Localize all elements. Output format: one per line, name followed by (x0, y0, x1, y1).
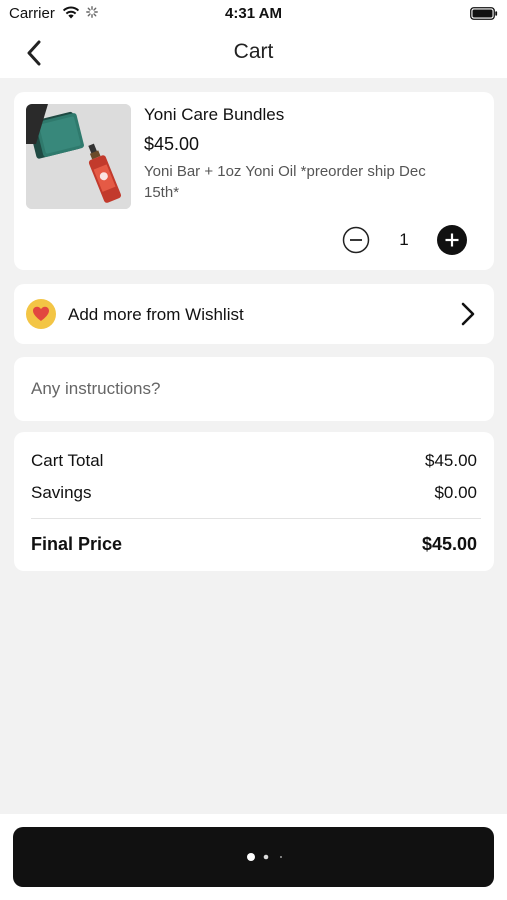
status-bar: Carrier 4:31 AM (0, 0, 507, 28)
instructions-card (14, 357, 494, 421)
footer (0, 814, 507, 900)
checkout-button[interactable] (13, 827, 494, 887)
minus-icon[interactable] (342, 226, 370, 254)
cart-total-value: $45.00 (425, 451, 477, 470)
page-title: Cart (233, 40, 274, 63)
order-summary: Cart Total $45.00 Savings $0.00 Final Pr… (14, 432, 494, 571)
final-price-row: Final Price $45.00 (31, 534, 477, 555)
plus-icon[interactable] (437, 225, 467, 255)
final-price-value: $45.00 (421, 534, 477, 554)
loading-dots-icon (247, 853, 282, 861)
quantity-value: 1 (399, 230, 409, 249)
status-time: 4:31 AM (225, 5, 282, 22)
nav-bar: Cart (0, 28, 507, 78)
add-from-wishlist-button[interactable]: Add more from Wishlist (14, 284, 494, 344)
product-image (26, 104, 131, 209)
final-price-label: Final Price (31, 534, 123, 554)
cart-total-label: Cart Total (31, 451, 104, 470)
product-name: Yoni Care Bundles (144, 105, 285, 124)
savings-label: Savings (31, 483, 92, 502)
chevron-right-icon (461, 302, 475, 326)
savings-value: $0.00 (434, 483, 477, 502)
cart-item-card: Yoni Care Bundles $45.00 Yoni Bar + 1oz … (14, 92, 494, 270)
product-description: Yoni Bar + 1oz Yoni Oil *preorder ship D… (144, 163, 426, 201)
cart-total-row: Cart Total $45.00 (31, 451, 477, 471)
heart-icon (33, 306, 49, 321)
battery-icon (470, 7, 498, 20)
wishlist-badge (26, 299, 56, 329)
divider (31, 518, 481, 519)
product-price: $45.00 (144, 134, 200, 154)
instructions-input[interactable] (14, 357, 494, 421)
savings-row: Savings $0.00 (31, 483, 477, 503)
wishlist-label: Add more from Wishlist (68, 305, 244, 324)
